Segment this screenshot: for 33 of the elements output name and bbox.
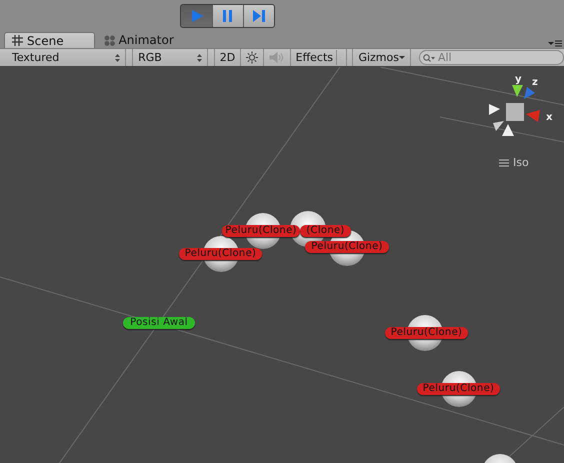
2d-toggle[interactable]: 2D (214, 49, 242, 66)
grid-icon (12, 35, 23, 46)
menu-icon (499, 158, 509, 166)
render-mode-dropdown[interactable]: Textured (7, 49, 126, 66)
gizmos-dropdown[interactable]: Gizmos (353, 49, 411, 66)
dots-icon (104, 34, 115, 46)
axis-label: y (515, 74, 522, 85)
pause-icon (221, 8, 235, 22)
speaker-icon (269, 52, 284, 63)
object-label[interactable]: (Clone) (300, 225, 351, 237)
tab[interactable]: Animator (96, 32, 204, 48)
menu-icon[interactable] (548, 39, 562, 47)
axis-label: x (546, 112, 552, 123)
axis-label: z (532, 77, 538, 88)
object-label[interactable]: Peluru(Clone) (222, 225, 300, 237)
color-mode-dropdown[interactable]: RGB (133, 49, 208, 66)
step-icon (252, 8, 266, 22)
object-label[interactable]: Peluru(Clone) (305, 241, 389, 253)
object-label[interactable]: Peluru(Clone) (417, 383, 500, 395)
object-label[interactable]: Peluru(Clone) (179, 248, 262, 260)
play-icon (190, 8, 204, 22)
step-button[interactable] (243, 4, 274, 26)
updown-icon (115, 54, 120, 62)
updown-icon (196, 54, 202, 62)
search-field[interactable]: All (418, 50, 564, 65)
effects-dropdown[interactable]: Effects (290, 49, 347, 66)
search-icon (422, 54, 435, 63)
tab[interactable]: Scene (4, 32, 95, 48)
projection-label[interactable]: Iso (513, 156, 529, 169)
object-label[interactable]: Peluru(Clone) (385, 327, 468, 339)
sun-icon (246, 51, 258, 64)
pause-button[interactable] (212, 4, 243, 26)
object-label[interactable]: Posisi Awal (123, 317, 195, 329)
